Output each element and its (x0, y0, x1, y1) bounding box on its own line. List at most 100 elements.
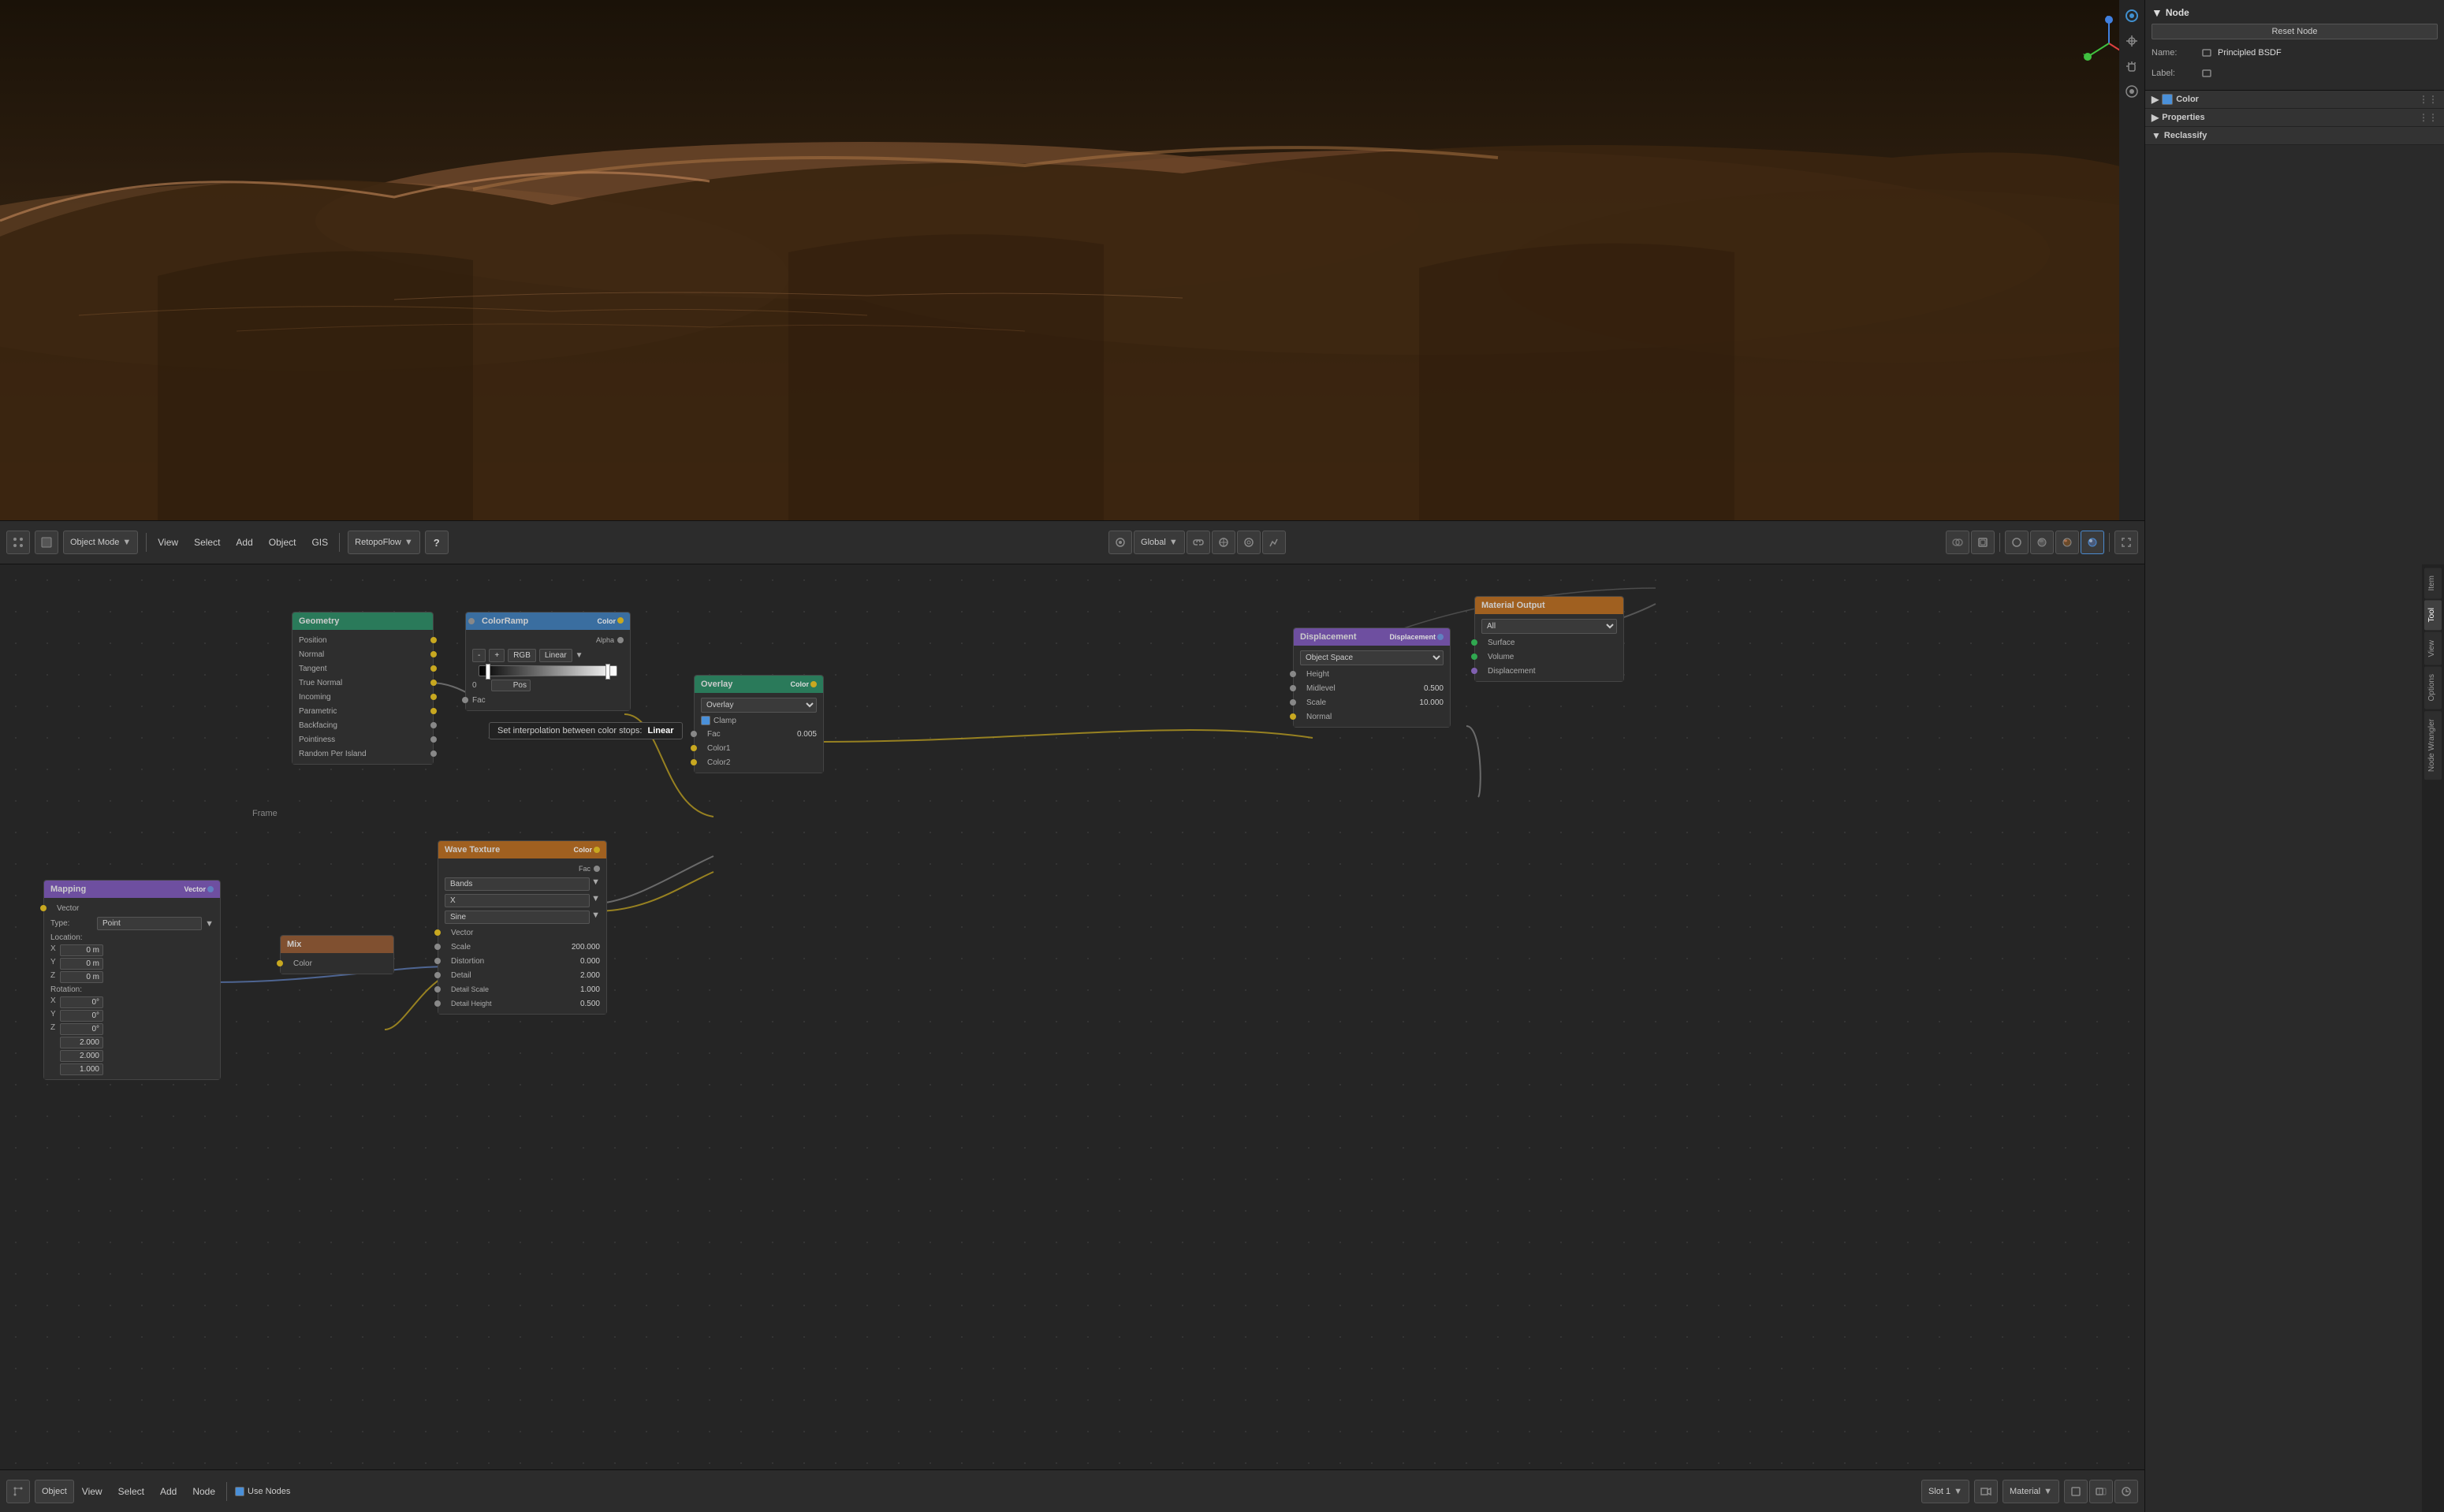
geo-normal-socket[interactable] (430, 651, 437, 657)
mix-node[interactable]: Mix Color (280, 935, 394, 974)
mapping-rot-z[interactable]: 0° (60, 1023, 103, 1035)
mapping-loc-y[interactable]: 0 m (60, 958, 103, 970)
far-tab-view[interactable]: View (2424, 632, 2442, 665)
geo-randomperi-socket[interactable] (430, 750, 437, 757)
displacement-out-socket[interactable] (1437, 634, 1444, 640)
node-object-btn[interactable]: Object (35, 1480, 74, 1503)
displacement-node[interactable]: Displacement Displacement Object Space H… (1293, 628, 1451, 728)
mapping-rot-x[interactable]: 0° (60, 996, 103, 1008)
matout-volume-socket[interactable] (1471, 654, 1477, 660)
mapping-scale-x[interactable]: 2.000 (60, 1037, 103, 1048)
overlay-clamp-check[interactable] (701, 716, 710, 725)
wave-distortion-socket[interactable] (434, 958, 441, 964)
overlay-color1-socket[interactable] (691, 745, 697, 751)
viewport-camera-icon[interactable] (2122, 6, 2141, 25)
link-icon[interactable] (1187, 531, 1210, 554)
wireframe-icon[interactable] (2005, 531, 2029, 554)
viewport-cursor-icon[interactable] (2122, 32, 2141, 50)
material-preview-icon[interactable] (2055, 531, 2079, 554)
retopoflow-dropdown[interactable]: RetopoFlow ▼ (348, 531, 420, 554)
viewport-shading-icon[interactable] (35, 531, 58, 554)
wave-profile-btn[interactable]: Sine (445, 911, 590, 924)
wave-bands-btn[interactable]: Bands (445, 877, 590, 891)
reset-node-btn[interactable]: Reset Node (2152, 24, 2438, 39)
cr-linear-btn[interactable]: Linear (539, 649, 572, 662)
global-dropdown[interactable]: Global ▼ (1134, 531, 1185, 554)
props-section-dots[interactable]: ⋮⋮ (2419, 112, 2438, 123)
node-menu-select[interactable]: Select (115, 1484, 147, 1499)
mapping-rot-y[interactable]: 0° (60, 1010, 103, 1022)
mapping-loc-z[interactable]: 0 m (60, 971, 103, 983)
wave-texture-node[interactable]: Wave Texture Color Fac Bands ▼ X ▼ (438, 840, 607, 1015)
overlay-color2-socket[interactable] (691, 759, 697, 765)
cr-rgb-btn[interactable]: RGB (508, 649, 536, 662)
overlay-fac-socket[interactable] (691, 731, 697, 737)
object-mode-dropdown[interactable]: Object Mode ▼ (63, 531, 138, 554)
wave-detail-socket[interactable] (434, 972, 441, 978)
origin-icon[interactable] (1108, 531, 1132, 554)
colorramp-alpha-socket[interactable] (617, 637, 624, 643)
help-icon-btn[interactable]: ? (425, 531, 449, 554)
cr-marker-right[interactable] (605, 664, 610, 680)
mapping-vector-in[interactable] (40, 905, 47, 911)
cr-ramp-strip[interactable] (479, 665, 617, 676)
overlay-icon[interactable] (1946, 531, 1969, 554)
node-menu-add[interactable]: Add (157, 1484, 180, 1499)
color-ramp-node[interactable]: ColorRamp Color Alpha - + RGB Linear ▼ (465, 612, 631, 711)
wave-fac-out[interactable] (594, 866, 600, 872)
wave-scale-socket[interactable] (434, 944, 441, 950)
menu-view[interactable]: View (155, 535, 181, 549)
disp-height-socket[interactable] (1290, 671, 1296, 677)
slot-dropdown[interactable]: Slot 1 ▼ (1921, 1480, 1969, 1503)
geo-incoming-socket[interactable] (430, 694, 437, 700)
geometry-node[interactable]: Geometry Position Normal Tangent True No… (292, 612, 434, 765)
snap-icon[interactable] (1212, 531, 1235, 554)
matout-surface-socket[interactable] (1471, 639, 1477, 646)
proportional-icon[interactable] (1237, 531, 1261, 554)
frame-icon-1[interactable] (2064, 1480, 2088, 1503)
node-editor-type-icon[interactable] (6, 1480, 30, 1503)
mapping-type-btn[interactable]: Point (97, 917, 202, 930)
colorramp-input-socket[interactable] (468, 618, 475, 624)
node-menu-view[interactable]: View (79, 1484, 106, 1499)
menu-add[interactable]: Add (233, 535, 255, 549)
editor-type-menu[interactable] (6, 531, 30, 554)
cr-marker-left[interactable] (486, 664, 490, 680)
overlay-color-out-socket[interactable] (810, 681, 817, 687)
color-section-header[interactable]: ▶ Color ⋮⋮ (2145, 91, 2444, 109)
cr-pos-input[interactable] (491, 680, 531, 691)
wave-vector-in[interactable] (434, 929, 441, 936)
cr-plus-btn[interactable]: + (489, 649, 505, 662)
reclassify-section-header[interactable]: ▼ Reclassify (2145, 127, 2444, 145)
colorramp-color-socket[interactable] (617, 617, 624, 624)
geo-backfacing-socket[interactable] (430, 722, 437, 728)
mapping-scale-y[interactable]: 2.000 (60, 1050, 103, 1062)
geo-truenormal-socket[interactable] (430, 680, 437, 686)
properties-section-header[interactable]: ▶ Properties ⋮⋮ (2145, 109, 2444, 127)
wave-detrough-socket[interactable] (434, 1000, 441, 1007)
disp-scale-socket[interactable] (1290, 699, 1296, 706)
mix-color-in[interactable] (277, 960, 283, 966)
graph-icon[interactable] (1262, 531, 1286, 554)
cr-minus-btn[interactable]: - (472, 649, 486, 662)
disp-space-select[interactable]: Object Space (1300, 650, 1444, 665)
disp-normal-socket[interactable] (1290, 713, 1296, 720)
far-tab-options[interactable]: Options (2424, 666, 2442, 709)
viewport-hand-icon[interactable] (2122, 57, 2141, 76)
xray-icon[interactable] (1971, 531, 1995, 554)
frame-icon-3[interactable] (2114, 1480, 2138, 1503)
material-dropdown[interactable]: Material ▼ (2003, 1480, 2059, 1503)
matout-disp-socket[interactable] (1471, 668, 1477, 674)
node-menu-node[interactable]: Node (189, 1484, 218, 1499)
mapping-node[interactable]: Mapping Vector Vector Type: Point ▼ Loca… (43, 880, 221, 1080)
solid-icon[interactable] (2030, 531, 2054, 554)
mapping-vector-out[interactable] (207, 886, 214, 892)
matout-target-select[interactable]: All (1481, 619, 1617, 634)
wave-detscale-socket[interactable] (434, 986, 441, 992)
overlay-node[interactable]: Overlay Color Overlay Clamp Fac 0 (694, 675, 824, 773)
rendered-icon[interactable] (2081, 531, 2104, 554)
geo-tangent-socket[interactable] (430, 665, 437, 672)
material-output-node[interactable]: Material Output All Surface Volume (1474, 596, 1624, 682)
far-tab-item[interactable]: Item (2424, 568, 2442, 598)
fullscreen-icon[interactable] (2114, 531, 2138, 554)
